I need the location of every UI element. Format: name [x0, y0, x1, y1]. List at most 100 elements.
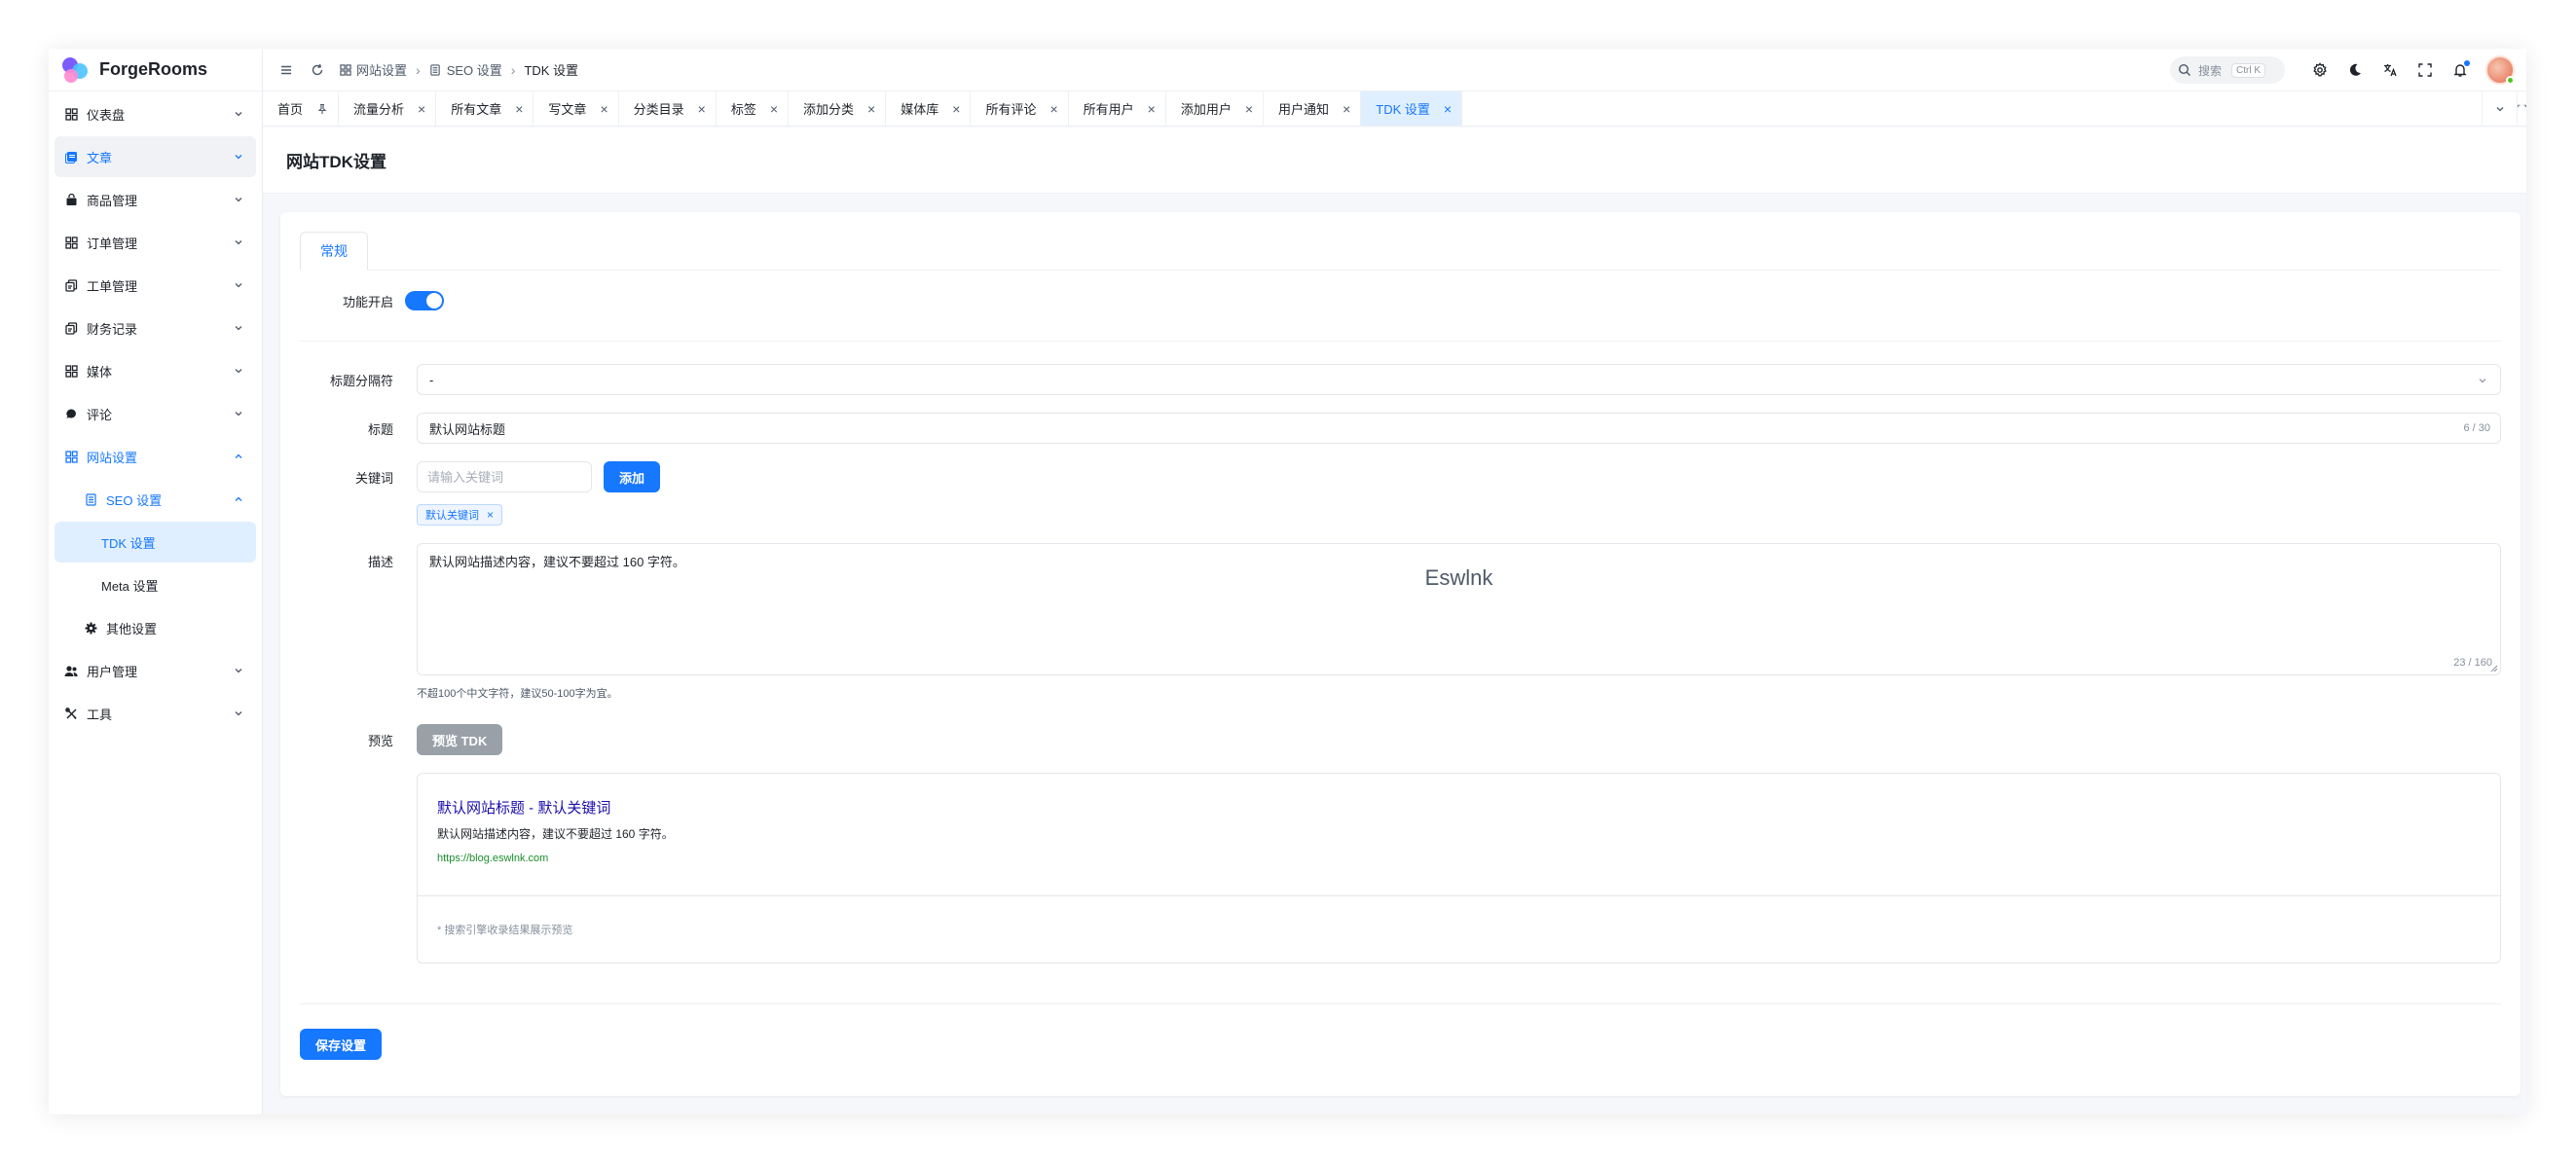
tab-general[interactable]: 常规: [300, 232, 368, 271]
sidebar-item-label: 商品管理: [87, 193, 138, 208]
sidebar-item-label: TDK 设置: [101, 535, 156, 551]
tab-write-article[interactable]: 写文章 ×: [534, 91, 619, 126]
tab-traffic-analysis[interactable]: 流量分析 ×: [339, 91, 437, 126]
tab-media-library[interactable]: 媒体库 ×: [886, 91, 972, 126]
refresh-icon[interactable]: [310, 62, 325, 78]
sidebar-item-products[interactable]: 商品管理: [55, 179, 256, 220]
enable-switch[interactable]: [405, 291, 444, 310]
tab-label: 所有评论: [985, 102, 1037, 117]
tabs-dropdown-chevron-icon[interactable]: [2482, 91, 2517, 127]
article-icon: [64, 150, 78, 164]
sidebar-item-other-settings[interactable]: 其他设置: [55, 607, 256, 648]
sidebar-item-meta-settings[interactable]: Meta 设置: [55, 564, 256, 605]
tabs-fullscreen-icon[interactable]: [2517, 91, 2526, 127]
avatar[interactable]: [2485, 55, 2515, 85]
tab-add-category[interactable]: 添加分类 ×: [789, 91, 887, 126]
tab-user-notifications[interactable]: 用户通知 ×: [1264, 91, 1362, 126]
tab-add-user[interactable]: 添加用户 ×: [1166, 91, 1265, 126]
add-keyword-button[interactable]: 添加: [604, 461, 661, 492]
preview-result-description: 默认网站描述内容，建议不要超过 160 字符。: [437, 827, 674, 841]
resize-handle-icon[interactable]: [2490, 665, 2498, 672]
translate-icon[interactable]: [2373, 53, 2408, 88]
sidebar-item-orders[interactable]: 订单管理: [55, 222, 256, 263]
close-icon[interactable]: ×: [515, 101, 523, 117]
close-icon[interactable]: ×: [600, 101, 607, 117]
sidebar-item-finance[interactable]: 财务记录: [55, 308, 256, 348]
sidebar-item-media[interactable]: 媒体: [55, 350, 256, 391]
tab-label: 标签: [730, 102, 756, 117]
close-icon[interactable]: ×: [952, 101, 960, 117]
breadcrumb: 网站设置 › SEO 设置 › TDK 设置: [339, 60, 578, 79]
close-icon[interactable]: ×: [1049, 101, 1057, 117]
fullscreen-icon[interactable]: [2408, 53, 2443, 88]
app-window: ForgeRooms 仪表盘 文章 商品管理 订单管理 工单管理 财务记录 媒体…: [49, 49, 2526, 1114]
sidebar-item-tools[interactable]: 工具: [55, 693, 256, 734]
tabs-tools: [2482, 91, 2526, 127]
sidebar-item-seo-settings[interactable]: SEO 设置: [55, 479, 256, 520]
breadcrumb-item-site-settings[interactable]: 网站设置: [339, 60, 407, 79]
notification-bell-icon[interactable]: [2443, 53, 2478, 88]
chevron-down-icon: [235, 711, 242, 716]
tab-tags[interactable]: 标签 ×: [717, 91, 790, 126]
chevron-down-icon: [235, 669, 242, 673]
shopping-bag-icon: [64, 193, 78, 206]
chevron-down-icon: [235, 198, 242, 202]
card-tabs: 常规: [300, 232, 2501, 271]
breadcrumb-item-current: TDK 设置: [524, 63, 579, 78]
preview-result-title[interactable]: 默认网站标题 - 默认关键词: [437, 797, 2481, 818]
sidebar-item-users[interactable]: 用户管理: [55, 650, 256, 691]
sidebar-item-label: SEO 设置: [106, 492, 163, 508]
preview-tdk-button[interactable]: 预览 TDK: [417, 724, 503, 755]
tab-label: 首页: [277, 102, 304, 117]
tab-all-comments[interactable]: 所有评论 ×: [971, 91, 1069, 126]
close-icon[interactable]: ×: [1444, 101, 1452, 117]
sidebar-item-articles[interactable]: 文章: [55, 136, 256, 177]
tab-all-articles[interactable]: 所有文章 ×: [436, 91, 534, 126]
sidebar-item-site-settings[interactable]: 网站设置: [55, 436, 256, 477]
close-icon[interactable]: ×: [1343, 101, 1350, 117]
brand[interactable]: ForgeRooms: [49, 49, 262, 91]
close-icon[interactable]: ×: [1245, 101, 1253, 117]
global-search[interactable]: 搜索 Ctrl K: [2170, 56, 2285, 84]
sidebar-item-label: 网站设置: [87, 450, 138, 465]
separator-value: -: [429, 372, 434, 387]
close-icon[interactable]: ×: [698, 101, 706, 117]
description-char-count: 23 / 160: [2453, 657, 2492, 669]
separator-select[interactable]: -: [417, 364, 2501, 395]
menu-toggle-icon[interactable]: [278, 62, 294, 78]
close-icon[interactable]: ×: [1148, 101, 1156, 117]
online-status-dot: [2506, 76, 2515, 85]
close-icon[interactable]: ×: [867, 101, 875, 117]
keyword-tag: 默认关键词 ×: [417, 504, 503, 526]
sidebar-item-dashboard[interactable]: 仪表盘: [55, 93, 256, 134]
tab-tdk-settings[interactable]: TDK 设置 ×: [1361, 91, 1463, 126]
description-textarea[interactable]: 默认网站描述内容，建议不要超过 160 字符。 Eswlnk 23 / 160: [417, 543, 2501, 675]
breadcrumb-item-seo-settings[interactable]: SEO 设置: [429, 60, 502, 79]
tab-label: 分类目录: [633, 102, 684, 117]
pin-icon[interactable]: [316, 103, 328, 115]
close-icon[interactable]: ×: [770, 101, 778, 117]
form-row-enable: 功能开启: [300, 290, 2501, 311]
tab-all-users[interactable]: 所有用户 ×: [1069, 91, 1166, 126]
sidebar-item-label: 文章: [87, 150, 113, 165]
keyword-input[interactable]: [417, 461, 592, 492]
title-input[interactable]: 默认网站标题 6 / 30: [417, 413, 2501, 444]
save-settings-button[interactable]: 保存设置: [300, 1029, 383, 1060]
tab-categories[interactable]: 分类目录 ×: [619, 91, 717, 126]
close-icon[interactable]: ×: [418, 101, 425, 117]
chevron-down-icon: [235, 112, 242, 117]
users-icon: [64, 664, 78, 677]
search-placeholder: 搜索: [2198, 63, 2223, 78]
dark-mode-moon-icon[interactable]: [2337, 53, 2373, 88]
tab-label: 写文章: [548, 102, 587, 117]
sidebar-item-tickets[interactable]: 工单管理: [55, 265, 256, 306]
page-header: 网站TDK设置: [263, 127, 2526, 194]
settings-gear-icon[interactable]: [2302, 53, 2337, 88]
sidebar-item-label: 工具: [87, 707, 113, 722]
tag-close-icon[interactable]: ×: [487, 508, 494, 522]
tab-home[interactable]: 首页: [263, 91, 340, 126]
chevron-down-icon: [235, 155, 242, 160]
sidebar-item-comments[interactable]: 评论: [55, 393, 256, 434]
sidebar-item-tdk-settings[interactable]: TDK 设置: [55, 522, 256, 563]
site-settings-grid-icon: [64, 450, 78, 463]
